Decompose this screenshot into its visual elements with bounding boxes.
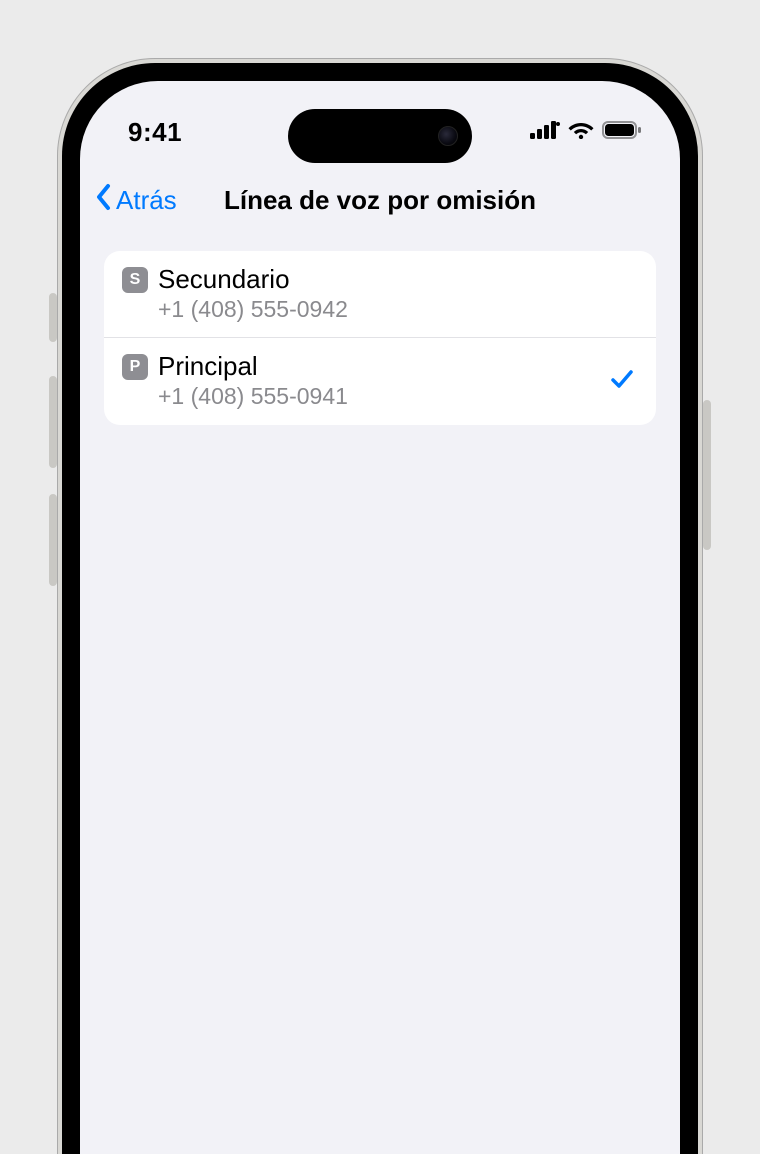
back-label: Atrás	[116, 185, 177, 216]
line-number: +1 (408) 555-0942	[158, 296, 636, 324]
checkmark-icon	[608, 365, 636, 398]
battery-icon	[602, 121, 642, 144]
status-time: 9:41	[128, 117, 182, 148]
phone-volume-up-button	[49, 376, 57, 468]
screen: 9:41	[80, 81, 680, 1154]
sim-badge-icon: P	[122, 354, 148, 380]
voice-line-list: S Secundario +1 (408) 555-0942	[104, 251, 656, 425]
phone-volume-down-button	[49, 494, 57, 586]
back-button[interactable]: Atrás	[88, 169, 183, 231]
wifi-icon	[568, 120, 594, 144]
dynamic-island	[288, 109, 472, 163]
line-option-secondary[interactable]: S Secundario +1 (408) 555-0942	[104, 251, 656, 337]
line-name: Principal	[158, 352, 598, 382]
front-camera	[438, 126, 458, 146]
line-name: Secundario	[158, 265, 636, 295]
sim-badge-icon: S	[122, 267, 148, 293]
nav-bar: Atrás Línea de voz por omisión	[80, 169, 680, 231]
phone-frame: 9:41	[57, 58, 703, 1154]
line-option-primary[interactable]: P Principal +1 (408) 555-0941	[104, 337, 656, 424]
chevron-left-icon	[94, 182, 114, 219]
phone-silent-switch	[49, 293, 57, 342]
cellular-icon	[530, 121, 560, 144]
phone-side-button	[703, 400, 711, 550]
line-number: +1 (408) 555-0941	[158, 383, 598, 411]
